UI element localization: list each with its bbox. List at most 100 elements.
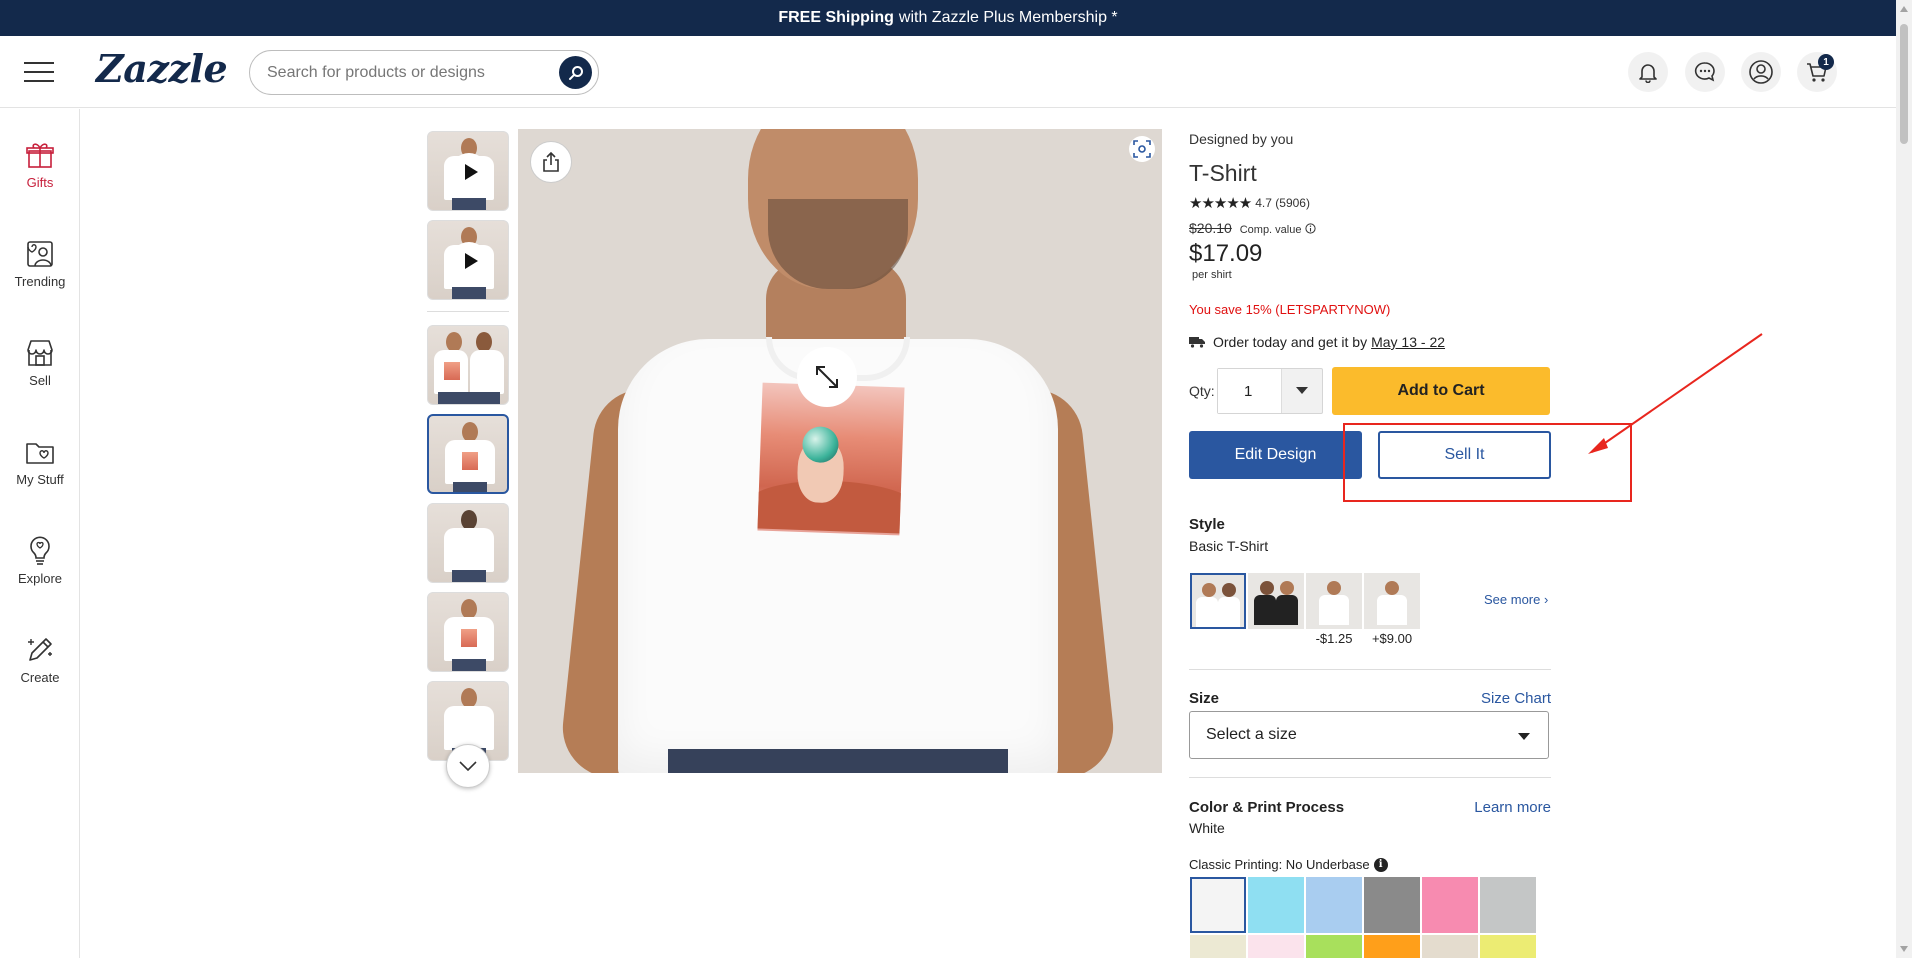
color-swatch[interactable] [1190, 935, 1246, 958]
color-swatch[interactable] [1422, 877, 1478, 933]
print-process: Classic Printing: No Underbase i [1189, 857, 1388, 872]
divider [1189, 669, 1551, 670]
product-title: T-Shirt [1189, 160, 1257, 186]
style-swatch-2[interactable] [1248, 573, 1304, 629]
learn-more-link[interactable]: Learn more [1474, 799, 1551, 816]
cart-count-badge: 1 [1818, 54, 1834, 70]
color-swatch[interactable] [1364, 935, 1420, 958]
scroll-down-arrow[interactable] [1900, 946, 1908, 952]
truck-icon [1189, 337, 1205, 348]
price: $17.09 [1189, 240, 1263, 267]
rating[interactable]: ★★★★★ 4.7 (5906) [1189, 194, 1310, 212]
qty-label: Qty: [1189, 383, 1215, 399]
thumbnail-front-selected[interactable] [427, 414, 509, 494]
thumbnail-video-2[interactable] [427, 220, 509, 300]
sidebar-label: Explore [17, 571, 63, 586]
page-scrollbar[interactable] [1896, 0, 1912, 958]
thumbnail-couple[interactable] [427, 325, 509, 405]
messages-button[interactable] [1685, 52, 1725, 92]
style-selected: Basic T-Shirt [1189, 538, 1269, 554]
color-swatch[interactable] [1422, 935, 1478, 958]
sell-it-button[interactable]: Sell It [1378, 431, 1551, 479]
left-sidebar: Gifts Trending Sell My Stuff Explore Cre… [0, 109, 80, 958]
sidebar-label: My Stuff [16, 472, 64, 487]
color-swatch[interactable] [1480, 877, 1536, 933]
sidebar-item-explore[interactable]: Explore [0, 535, 80, 615]
account-button[interactable] [1741, 52, 1781, 92]
qty-value: 1 [1218, 369, 1282, 413]
sidebar-item-create[interactable]: Create [0, 634, 80, 714]
review-count: (5906) [1275, 196, 1310, 210]
color-swatch[interactable] [1364, 877, 1420, 933]
star-rating-icon: ★★★★★ [1189, 195, 1252, 212]
scroll-thumb[interactable] [1900, 24, 1908, 144]
search-icon [568, 65, 583, 80]
scan-icon [1133, 140, 1151, 158]
style-heading: Style [1189, 516, 1225, 533]
size-heading: Size [1189, 690, 1220, 707]
color-swatch[interactable] [1306, 935, 1362, 958]
sidebar-item-sell[interactable]: Sell [0, 337, 80, 417]
search-bar [249, 50, 599, 95]
sidebar-label: Sell [29, 373, 51, 388]
info-icon[interactable]: i [1373, 857, 1388, 872]
thumbnail-front-2[interactable] [427, 592, 509, 672]
info-icon[interactable] [1305, 223, 1316, 234]
promo-bold: FREE Shipping [778, 9, 894, 26]
trending-icon [27, 241, 53, 267]
color-swatch[interactable] [1248, 935, 1304, 958]
sidebar-item-my-stuff[interactable]: My Stuff [0, 436, 80, 516]
user-icon [1749, 60, 1773, 84]
expand-button[interactable] [797, 347, 857, 407]
divider [1189, 777, 1551, 778]
pen-sparkle-icon [28, 638, 52, 661]
store-icon [27, 340, 53, 366]
promo-text: with Zazzle Plus Membership * [898, 9, 1118, 26]
color-swatch[interactable] [1248, 877, 1304, 933]
annotation-arrow [1588, 333, 1763, 454]
color-swatch[interactable] [1306, 877, 1362, 933]
size-select[interactable]: Select a size [1189, 711, 1549, 759]
search-input[interactable] [267, 51, 557, 94]
share-icon [543, 151, 559, 172]
sidebar-item-gifts[interactable]: Gifts [0, 139, 80, 219]
zazzle-logo[interactable]: Zazzle [96, 46, 228, 91]
chat-icon [1694, 62, 1715, 82]
thumbnail-scroll-down-button[interactable] [446, 744, 490, 788]
quantity-select[interactable]: 1 [1217, 368, 1323, 414]
share-button[interactable] [530, 141, 572, 183]
edit-design-button[interactable]: Edit Design [1189, 431, 1362, 479]
color-swatch[interactable] [1190, 877, 1246, 933]
search-button[interactable] [559, 56, 592, 89]
sidebar-label: Gifts [26, 175, 54, 190]
per-unit: per shirt [1192, 269, 1232, 281]
thumbnail-back[interactable] [427, 503, 509, 583]
sidebar-item-trending[interactable]: Trending [0, 238, 80, 318]
visual-search-button[interactable] [1129, 136, 1155, 162]
caret-down-icon [1518, 733, 1530, 740]
folder-icon [26, 443, 54, 464]
add-to-cart-button[interactable]: Add to Cart [1332, 367, 1550, 415]
comp-value-label: Comp. value [1239, 224, 1302, 236]
caret-down-icon [1282, 369, 1322, 413]
see-more-link[interactable]: See more › [1484, 592, 1548, 607]
style-swatch-3[interactable] [1306, 573, 1362, 629]
notifications-button[interactable] [1628, 52, 1668, 92]
scroll-up-arrow[interactable] [1900, 6, 1908, 12]
style-swatch-4[interactable] [1364, 573, 1420, 629]
chevron-down-icon [459, 761, 477, 771]
color-heading: Color & Print Process [1189, 799, 1345, 816]
cart-button[interactable]: 1 [1797, 52, 1837, 92]
size-select-value: Select a size [1206, 726, 1297, 743]
size-chart-link[interactable]: Size Chart [1481, 690, 1551, 707]
promo-banner[interactable]: FREE Shipping with Zazzle Plus Membershi… [0, 0, 1896, 36]
delivery-dates-link[interactable]: May 13 - 22 [1371, 334, 1445, 350]
style-swatch-basic[interactable] [1190, 573, 1246, 629]
menu-icon[interactable] [24, 62, 54, 82]
main-product-image[interactable] [518, 129, 1162, 773]
thumbnail-video-1[interactable] [427, 131, 509, 211]
color-swatch[interactable] [1480, 935, 1536, 958]
sidebar-label: Create [20, 670, 60, 685]
thumbnail-gallery [427, 131, 509, 791]
savings-text: You save 15% (LETSPARTYNOW) [1189, 302, 1391, 317]
